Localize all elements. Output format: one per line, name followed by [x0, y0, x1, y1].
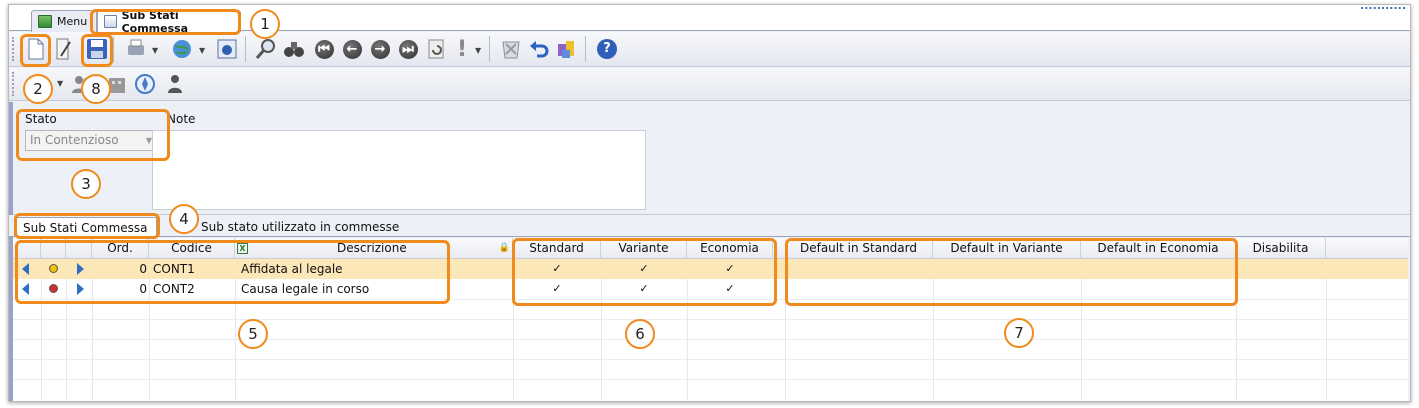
note-textarea[interactable]	[152, 130, 646, 210]
delete-button[interactable]	[498, 36, 524, 62]
search-icon	[255, 39, 275, 59]
gear-window-icon	[217, 39, 237, 59]
chevron-down-icon[interactable]: ▼	[475, 46, 481, 55]
callout-box-new	[20, 34, 51, 67]
toolbar-separator	[113, 36, 114, 62]
subtab-bar: Sub Stati Commessa Sub stato utilizzato …	[9, 215, 1410, 237]
brand-fragment: ...........	[1360, 4, 1406, 12]
app-window: Menu Sub Stati Commessa ........... ▼ ▼	[8, 4, 1411, 402]
callout-box-tab	[90, 9, 241, 35]
callout-box-save	[81, 34, 113, 67]
main-toolbar: ▼ ▼ ⏮ ← → ⏭ ! ▼ ?	[9, 32, 1410, 67]
help-icon: ?	[597, 39, 617, 59]
header-disabilita[interactable]: Disabilita	[1236, 238, 1326, 259]
callout-number: 4	[169, 204, 199, 234]
toolbar-grip[interactable]	[12, 37, 15, 61]
chevron-down-icon[interactable]: ▼	[199, 46, 205, 55]
callout-number: 6	[625, 319, 655, 349]
search-button[interactable]	[253, 36, 279, 62]
detail-form: Stato In Contenzioso ▼ Note	[9, 102, 1410, 215]
compass-icon	[135, 74, 155, 94]
exclamation-icon: !	[456, 36, 468, 62]
delete-icon	[502, 41, 520, 59]
row-line	[13, 359, 1408, 360]
callout-box-columns-left	[15, 240, 450, 304]
callout-number: 7	[1004, 318, 1034, 348]
arrow-left-icon: ←	[342, 39, 362, 59]
callout-number: 1	[250, 9, 280, 39]
arrow-right-icon: →	[370, 39, 390, 59]
cubes-icon	[558, 41, 574, 58]
help-button[interactable]: ?	[594, 36, 620, 62]
compass-button[interactable]	[132, 71, 158, 97]
refresh-button[interactable]	[423, 36, 449, 62]
callout-box-columns-flags	[512, 238, 777, 306]
row-line	[13, 319, 1408, 320]
tab-menu[interactable]: Menu	[31, 10, 97, 32]
row-line	[13, 339, 1408, 340]
lock-icon: 🔒	[498, 243, 510, 253]
callout-box-subtab	[14, 213, 160, 239]
callout-number: 5	[238, 319, 268, 349]
binoculars-icon	[284, 42, 304, 57]
toolbar-separator	[585, 36, 586, 62]
refresh-document-icon	[428, 39, 444, 59]
toolbar-grip[interactable]	[12, 72, 15, 96]
callout-box-stato	[16, 109, 170, 161]
print-button[interactable]	[123, 36, 149, 62]
last-record-icon: ⏭	[398, 39, 418, 59]
callout-number: 2	[23, 74, 53, 104]
secondary-toolbar: ▼	[9, 68, 1410, 101]
next-record-button[interactable]: →	[367, 36, 393, 62]
printer-icon	[128, 39, 144, 55]
first-record-icon: ⏮	[314, 39, 334, 59]
toolbar-separator	[245, 36, 246, 62]
note-label: Note	[167, 112, 196, 126]
settings-button[interactable]	[214, 36, 240, 62]
toolbar-separator	[489, 36, 490, 62]
last-record-button[interactable]: ⏭	[395, 36, 421, 62]
first-record-button[interactable]: ⏮	[311, 36, 337, 62]
person-icon	[168, 75, 182, 93]
tab-menu-label: Menu	[57, 15, 88, 28]
undo-icon	[530, 41, 549, 58]
menu-icon	[38, 15, 52, 28]
callout-number: 8	[81, 74, 111, 104]
edit-document-icon	[56, 38, 71, 60]
operator-button[interactable]	[162, 71, 188, 97]
find-button[interactable]	[281, 36, 307, 62]
row-line	[13, 379, 1408, 380]
globe-icon	[173, 40, 191, 58]
chevron-down-icon[interactable]: ▼	[152, 46, 158, 55]
subtab-sub-stato-utilizzato[interactable]: Sub stato utilizzato in commesse	[193, 217, 407, 237]
chevron-down-icon[interactable]: ▼	[57, 79, 63, 88]
callout-number: 3	[71, 169, 101, 199]
edit-record-button[interactable]	[51, 36, 77, 62]
alert-button[interactable]: !	[449, 36, 475, 62]
previous-record-button[interactable]: ←	[339, 36, 365, 62]
modules-button[interactable]	[554, 36, 580, 62]
web-button[interactable]	[169, 36, 195, 62]
undo-button[interactable]	[526, 36, 552, 62]
callout-box-columns-defaults	[785, 238, 1238, 306]
